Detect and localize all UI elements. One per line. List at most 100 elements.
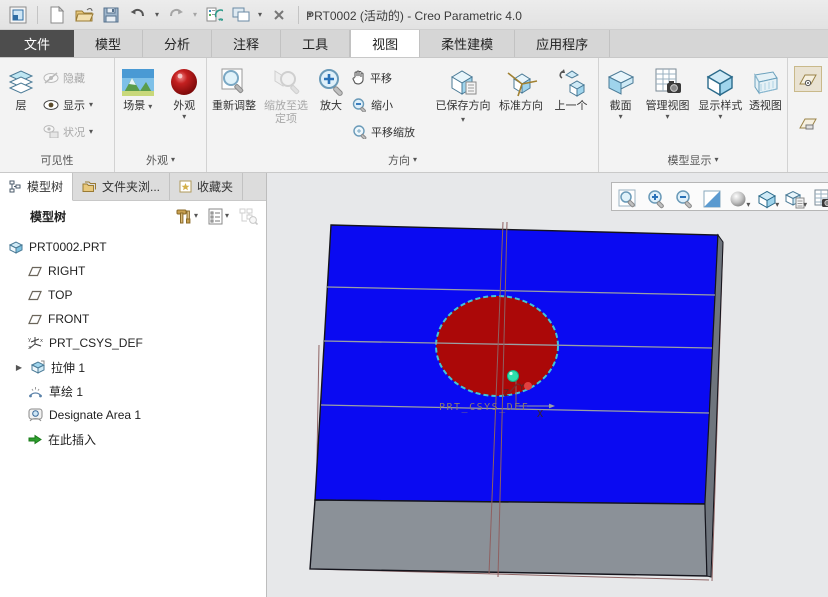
window-icon[interactable] <box>8 5 28 25</box>
chevron-down-icon: ▾ <box>182 112 187 122</box>
tree-item-top[interactable]: TOP <box>0 283 266 307</box>
part-face-front-gray[interactable] <box>309 499 708 577</box>
previous-button[interactable]: 上一个 <box>549 62 593 113</box>
tree-item-csys[interactable]: yzx PRT_CSYS_DEF <box>0 331 266 355</box>
windows-dropdown-icon[interactable]: ▾ <box>258 10 262 19</box>
tree-tools-button[interactable]: ▾ <box>175 208 198 225</box>
chevron-down-icon: ▾ <box>618 112 623 122</box>
perspective-button[interactable]: 透视图 <box>746 62 785 113</box>
zoom-out-icon[interactable] <box>672 184 697 209</box>
tab-applications[interactable]: 应用程序 <box>515 30 611 57</box>
zoom-selected-icon <box>271 64 301 100</box>
ribbon-tab-strip: 文件 模型 分析 注释 工具 视图 柔性建模 应用程序 <box>0 30 828 58</box>
axis-y-handle[interactable] <box>524 382 532 390</box>
undo-icon[interactable] <box>128 5 148 25</box>
tab-view[interactable]: 视图 <box>350 30 421 57</box>
pan-zoom-button[interactable]: 平移缩放 <box>349 118 433 145</box>
pan-button[interactable]: 平移 <box>349 64 433 91</box>
tab-flexible-modeling[interactable]: 柔性建模 <box>420 30 516 57</box>
zoom-out-button[interactable]: 缩小 <box>349 91 433 118</box>
ribbon-group-model-display: 截面 ▾ 管理视图 ▾ 显示样式 ▾ 透视图 模型显示 ▾ <box>599 58 788 172</box>
manage-views-button[interactable]: 管理视图 ▾ <box>640 62 695 121</box>
zoom-in-button[interactable]: 放大 <box>313 62 349 113</box>
tab-analysis[interactable]: 分析 <box>143 30 213 57</box>
graphics-area[interactable]: Z Y X PRT_CSYS_DEF ▾ ▾ ▾ <box>267 173 828 597</box>
refit-icon <box>219 64 249 100</box>
ribbon-group-appearance: 场景 ▾ 外观 ▾ 外观 ▾ <box>115 58 207 172</box>
zoom-in-icon[interactable] <box>644 184 669 209</box>
close-icon[interactable] <box>269 5 289 25</box>
repaint-icon[interactable] <box>700 184 725 209</box>
scene-button[interactable]: 场景 ▾ <box>117 62 158 113</box>
open-icon[interactable] <box>74 5 94 25</box>
model-3d-view[interactable]: Z Y X PRT_CSYS_DEF <box>267 173 828 597</box>
folder-browser-icon <box>82 181 97 192</box>
tree-tools-icon <box>176 209 191 223</box>
tab-model-tree[interactable]: 模型树 <box>0 173 74 201</box>
shading-mode-icon[interactable]: ▾ <box>728 184 753 209</box>
appearance-button[interactable]: 外观 ▾ <box>164 62 204 121</box>
zoom-to-selected-button: 缩放至选定项 <box>259 62 313 126</box>
tree-item-front[interactable]: FRONT <box>0 307 266 331</box>
refit-button[interactable]: 重新调整 <box>209 62 259 113</box>
saved-orientations-button[interactable]: 已保存方向 ▾ <box>433 62 493 126</box>
chevron-down-icon: ▾ <box>665 112 670 122</box>
save-icon[interactable] <box>101 5 121 25</box>
insert-here-icon <box>28 434 42 444</box>
main-area: 模型树 文件夹浏... 收藏夹 模型树 ▾ ▾ PRT0002.PRT RIGH… <box>0 173 828 597</box>
refit-icon[interactable] <box>616 184 641 209</box>
tree-item-extrude[interactable]: ▶ 拉伸 1 <box>0 355 266 379</box>
tree-item-insert-here[interactable]: 在此插入 <box>0 427 266 451</box>
divider <box>298 5 300 24</box>
csys-icon: yz x <box>28 337 43 350</box>
undo-dropdown-icon[interactable]: ▾ <box>155 10 159 19</box>
tab-folder-browser[interactable]: 文件夹浏... <box>73 173 171 200</box>
model-tree: PRT0002.PRT RIGHT TOP FRONT yzx PRT_CSYS… <box>0 231 266 597</box>
ribbon-right-toggles <box>788 58 828 172</box>
display-style-button[interactable]: 显示样式 ▾ <box>695 62 746 121</box>
customize-icon[interactable]: ▾ <box>308 10 312 19</box>
axis-x-label: X <box>537 409 543 420</box>
windows-icon[interactable] <box>231 5 251 25</box>
chevron-down-icon: ▾ <box>193 211 198 220</box>
datum-plane-tag-display-icon[interactable] <box>794 110 822 136</box>
tree-item-right[interactable]: RIGHT <box>0 259 266 283</box>
axis-y-label: Y <box>519 383 525 393</box>
redo-icon <box>166 5 186 25</box>
saved-orientations-icon[interactable]: ▾ <box>783 184 808 209</box>
sections-button[interactable]: 截面 ▾ <box>601 62 640 121</box>
standard-orientation-button[interactable]: 标准方向 <box>493 62 549 113</box>
tree-filter-button[interactable]: ▾ <box>208 208 229 225</box>
layers-icon <box>6 64 36 100</box>
eye-icon <box>43 99 59 110</box>
ribbon-group-orientation: 重新调整 缩放至选定项 放大 平移 缩小 平移缩放 已保存方向 ▾ 标准方向 上… <box>207 58 599 172</box>
show-button[interactable]: 显示 ▾ <box>40 91 110 118</box>
layers-button[interactable]: 层 <box>2 62 40 113</box>
tree-item-designate-area[interactable]: Designate Area 1 <box>0 403 266 427</box>
tree-item-sketch[interactable]: 草绘 1 <box>0 379 266 403</box>
tree-show-button <box>239 208 258 225</box>
new-file-icon[interactable] <box>47 5 67 25</box>
expander-icon[interactable]: ▶ <box>14 363 24 372</box>
tab-favorites[interactable]: 收藏夹 <box>170 173 244 200</box>
navigator-panel: 模型树 文件夹浏... 收藏夹 模型树 ▾ ▾ PRT0002.PRT RIGH… <box>0 173 267 597</box>
chevron-down-icon: ▾ <box>460 115 465 125</box>
tab-file[interactable]: 文件 <box>0 30 75 57</box>
divider <box>37 5 38 24</box>
tab-tools[interactable]: 工具 <box>281 30 351 57</box>
manage-views-icon <box>653 64 683 100</box>
tab-annotate[interactable]: 注释 <box>212 30 282 57</box>
model-tree-title: 模型树 <box>30 209 67 224</box>
regenerate-icon[interactable] <box>204 5 224 25</box>
view-manager-icon[interactable] <box>811 184 828 209</box>
tree-item-part[interactable]: PRT0002.PRT <box>0 235 266 259</box>
datum-plane-display-icon[interactable] <box>794 66 822 92</box>
display-style-icon[interactable]: ▾ <box>755 184 780 209</box>
chevron-down-icon: ▾ <box>714 154 719 164</box>
spin-center[interactable] <box>507 370 519 382</box>
tab-model[interactable]: 模型 <box>74 30 144 57</box>
scene-icon <box>121 64 154 100</box>
designate-area-icon <box>28 408 43 422</box>
redo-dropdown-icon: ▾ <box>193 9 198 19</box>
perspective-icon <box>749 64 781 100</box>
